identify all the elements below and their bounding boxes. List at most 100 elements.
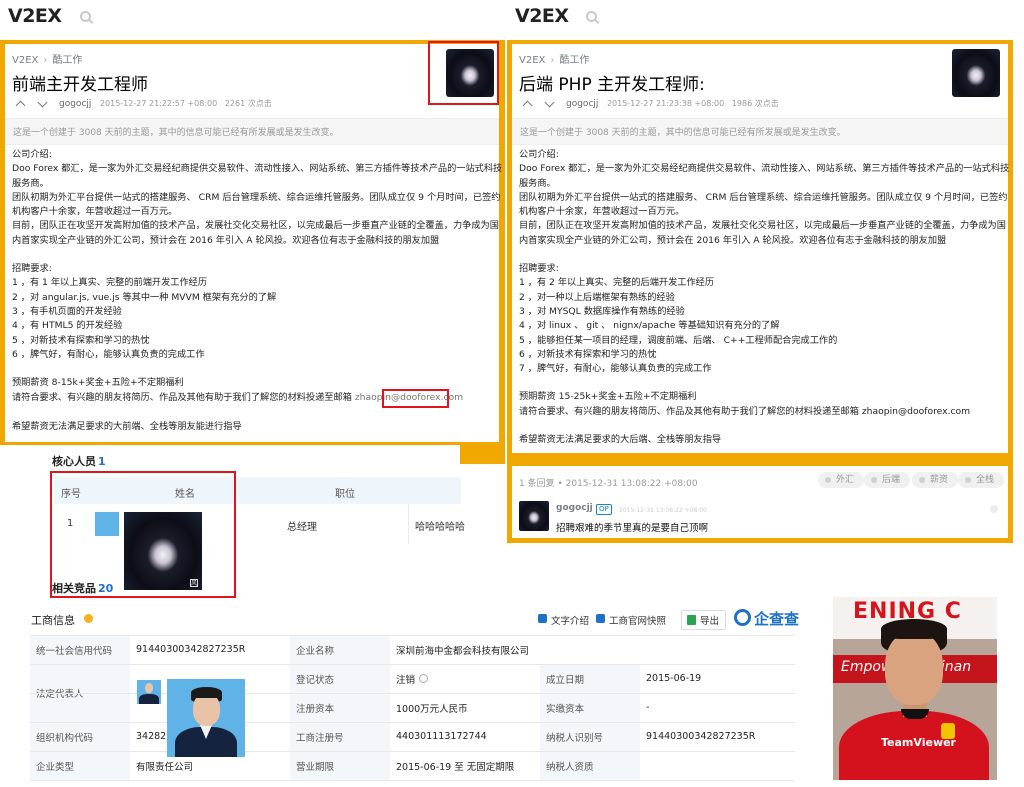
- content-line: 1 ，有 2 年以上真实、完整的后端开发工作经历: [519, 277, 715, 289]
- right-author-avatar[interactable]: [952, 49, 1000, 97]
- op-badge: OP: [596, 504, 612, 515]
- reply-author[interactable]: gogocjj: [556, 503, 593, 513]
- biz-value: -: [640, 693, 795, 722]
- qcc-icon: [734, 609, 751, 626]
- thank-icon[interactable]: [990, 505, 998, 513]
- left-closing-line: 希望薪资无法满足要求的大前端、全栈等朋友能进行指导: [12, 420, 242, 434]
- export-button[interactable]: 导出: [681, 610, 727, 630]
- left-topic-meta: gogocjj 2015-12-27 21:22:57 +08:00 2261 …: [59, 98, 272, 109]
- photo-face: [885, 631, 943, 705]
- excel-icon: [687, 615, 696, 625]
- content-line: 目前，团队正在攻坚开发高附加值的技术产品，发展社交化交易社区，以完成最后一步垂直…: [12, 220, 499, 232]
- biz-label: 注册资本: [290, 693, 390, 722]
- text-intro-button[interactable]: 文字介绍: [538, 613, 589, 627]
- right-click-count: 1986 次点击: [731, 99, 779, 108]
- qichacha-logo: 企查查: [734, 608, 799, 629]
- right-topic-meta: gogocjj 2015-12-27 21:23:38 +08:00 1986 …: [566, 98, 779, 109]
- row-divider: [30, 780, 795, 781]
- official-snapshot-button[interactable]: 工商官网快照: [596, 613, 666, 627]
- tag-2[interactable]: 薪资: [912, 472, 959, 488]
- content-line: 机构客户十余家，年营收超过一百万元。: [519, 206, 685, 218]
- info-icon[interactable]: [419, 674, 429, 683]
- left-topic-frame-bottom: [460, 440, 505, 464]
- left-timestamp: 2015-12-27 21:22:57 +08:00: [99, 99, 218, 108]
- legal-rep-avatar[interactable]: [137, 680, 161, 704]
- content-line: 3 ，有手机页面的开发经验: [12, 305, 122, 317]
- content-gap: [12, 248, 502, 262]
- tag-3[interactable]: 全栈: [958, 472, 1005, 488]
- content-line: 4 ，有 HTML5 的开发经验: [12, 320, 123, 332]
- content-line: 团队初期为外汇平台提供一站式的搭建服务、 CRM 后台管理系统、综合运维托管服务…: [519, 191, 1008, 203]
- reply-text: 招聘艰难的季节里真的是要自己顶啊: [556, 523, 709, 534]
- core-members-count: 1: [98, 455, 106, 468]
- breadcrumb-node[interactable]: 酷工作: [559, 55, 589, 66]
- biz-value: 91440300342827235R: [130, 635, 290, 664]
- text-icon: [538, 614, 547, 623]
- left-closing-text: 希望薪资无法满足要求的大前端、全栈等朋友能进行指导: [12, 421, 242, 432]
- biz-label: 登记状态: [290, 664, 390, 693]
- biz-label: 企业类型: [30, 751, 130, 780]
- content-line: 1 ，有 1 年以上真实、完整的前端开发工作经历: [12, 277, 208, 289]
- tag-1[interactable]: 后端: [864, 472, 911, 488]
- content-line: 目前，团队正在攻坚开发高附加值的技术产品，发展社交化交易社区，以完成最后一步垂直…: [519, 220, 1006, 232]
- content-gap: [519, 419, 1009, 433]
- tag-0[interactable]: 外汇: [818, 472, 865, 488]
- biz-label: 成立日期: [540, 664, 640, 693]
- reply-avatar[interactable]: [519, 501, 549, 531]
- right-author-name[interactable]: gogocjj: [566, 99, 598, 109]
- content-line: 6 ，对新技术有探索和学习的热忱: [519, 348, 657, 360]
- content-line: 机构客户十余家，年营收超过一百万元。: [12, 206, 178, 218]
- row-divider: [30, 722, 795, 723]
- row-divider: [30, 664, 795, 665]
- left-email-highlight: [382, 389, 449, 408]
- biz-label: 企业名称: [290, 635, 390, 664]
- content-line: Doo Forex 都汇，是一家为外汇交易经纪商提供交易软件、流动性接入、网站系…: [12, 163, 503, 175]
- left-topic-title: 前端主开发工程师: [12, 75, 148, 95]
- right-v2ex-logo[interactable]: V2EX: [515, 5, 569, 27]
- core-members-label: 核心人员: [52, 455, 96, 468]
- content-line: 请符合要求、有兴趣的朋友将简历、作品及其他有助于我们了解您的材料投递至邮箱 zh…: [519, 405, 971, 417]
- content-line: 4 ，对 linux 、 git 、 nignx/apache 等基础知识有充分…: [519, 320, 780, 332]
- row-divider: [30, 751, 795, 752]
- content-gap: [519, 376, 1009, 390]
- biz-value: 2015-06-19 至 无固定期限: [390, 751, 540, 780]
- left-search-icon[interactable]: [80, 11, 91, 22]
- right-outdated-notice: 这是一个创建于 3008 天前的主题，其中的信息可能已经有所发展或是发生改变。: [512, 118, 1008, 145]
- member-position: 总经理: [287, 522, 317, 533]
- row-divider: [30, 635, 795, 636]
- content-line: 5 ，能够担任某一项目的经理，调度前端、后端、 C++工程师配合完成工作的: [519, 334, 838, 346]
- photo-sponsor: TeamViewer: [881, 736, 956, 749]
- biz-label: 营业期限: [290, 751, 390, 780]
- content-line: 5 ，对新技术有探索和学习的热忱: [12, 334, 150, 346]
- biz-value: 1000万元人民币: [390, 693, 540, 722]
- content-line: 内首家实现全产业链的外汇公司，预计会在 2016 年引入 A 轮风投。欢迎各位有…: [519, 234, 947, 246]
- left-breadcrumb: V2EX › 酷工作: [12, 55, 83, 66]
- biz-label: 统一社会信用代码: [30, 635, 130, 664]
- content-line: 招聘要求:: [12, 263, 52, 275]
- content-line: 公司介绍:: [519, 149, 559, 160]
- content-line: 2 ，对一种以上后端框架有熟练的经验: [519, 291, 675, 303]
- content-line: 招聘要求:: [519, 263, 559, 275]
- reply-count-header: 1 条回复 • 2015-12-31 13:08:22 +08:00: [519, 479, 698, 489]
- th-position: 职位: [335, 489, 355, 500]
- left-author-name[interactable]: gogocjj: [59, 99, 91, 109]
- vip-icon: [84, 614, 93, 623]
- content-line: 服务商。: [519, 177, 556, 189]
- content-line: 7 ，脾气好，有耐心，能够认真负责的完成工作: [519, 363, 712, 375]
- legal-rep-photo: [167, 679, 245, 757]
- biz-value: 深圳前海中金都会科技有限公司: [390, 635, 795, 664]
- biz-value: 91440300342827235R: [640, 722, 795, 751]
- breadcrumb-node[interactable]: 酷工作: [52, 55, 82, 66]
- content-line: 3 ，对 MYSQL 数据库操作有熟练的经验: [519, 305, 685, 317]
- left-v2ex-logo[interactable]: V2EX: [8, 5, 62, 27]
- right-search-icon[interactable]: [586, 11, 597, 22]
- content-line: 服务商。: [12, 177, 49, 189]
- content-line: 团队初期为外汇平台提供一站式的搭建服务、 CRM 后台管理系统、综合运维托管服务…: [12, 191, 501, 203]
- breadcrumb-home[interactable]: V2EX: [12, 55, 38, 66]
- left-topic-content: 公司介绍: Doo Forex 都汇，是一家为外汇交易经纪商提供交易软件、流动性接…: [12, 148, 502, 390]
- content-line: 内首家实现全产业链的外汇公司，预计会在 2016 年引入 A 轮风投。欢迎各位有…: [12, 234, 440, 246]
- left-click-count: 2261 次点击: [224, 99, 272, 108]
- breadcrumb-home[interactable]: V2EX: [519, 55, 545, 66]
- biz-value: 注销: [390, 664, 540, 693]
- core-members-title: 核心人员 1: [52, 453, 106, 469]
